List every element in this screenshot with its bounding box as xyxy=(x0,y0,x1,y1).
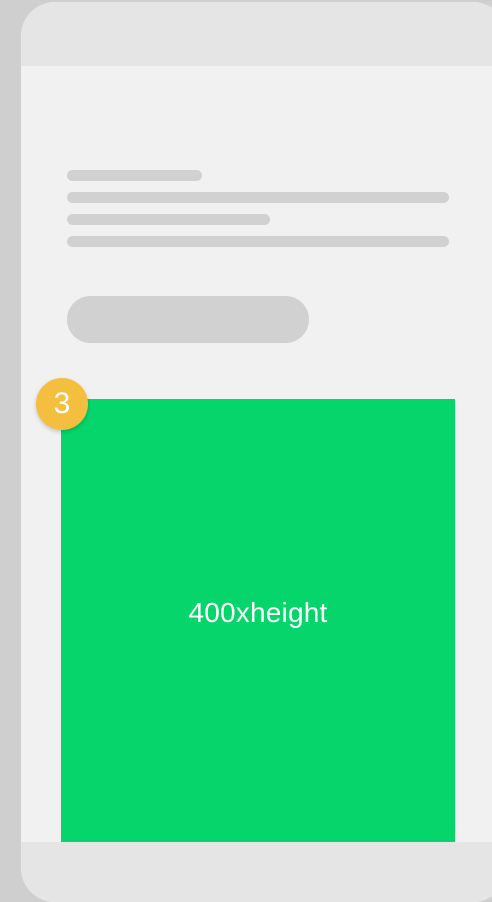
text-placeholder-line xyxy=(67,236,449,247)
phone-frame: 400xheight 3 xyxy=(21,2,492,902)
media-placeholder: 400xheight xyxy=(61,399,455,842)
text-placeholder-line xyxy=(67,214,270,225)
text-placeholder-line xyxy=(67,170,202,181)
text-placeholder-line xyxy=(67,192,449,203)
bottom-bar xyxy=(21,842,492,902)
top-bar xyxy=(21,2,492,66)
step-badge: 3 xyxy=(36,378,88,430)
placeholder-button[interactable] xyxy=(67,296,309,343)
media-placeholder-label: 400xheight xyxy=(188,597,328,628)
